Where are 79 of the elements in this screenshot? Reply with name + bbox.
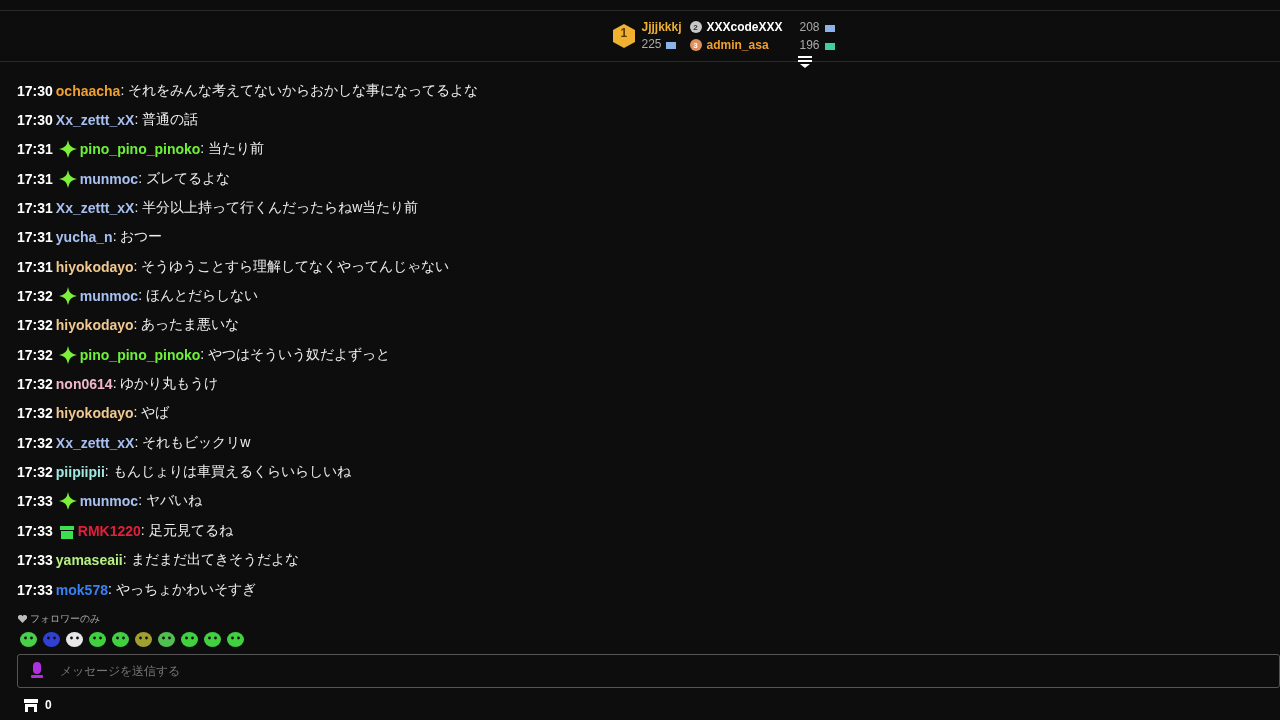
leader-name: admin_asa bbox=[706, 38, 770, 52]
gift-count: 196 bbox=[798, 38, 820, 52]
gift-count: 225 bbox=[641, 37, 662, 51]
rank-badge: 3 bbox=[689, 39, 702, 51]
store-icon[interactable] bbox=[24, 698, 38, 712]
microphone-icon[interactable] bbox=[31, 662, 43, 680]
emote-icon[interactable] bbox=[157, 631, 176, 649]
message-text: : ほんとだらしない bbox=[138, 287, 258, 306]
message-time: 17:33 bbox=[17, 552, 53, 569]
emote-icon[interactable] bbox=[203, 631, 222, 649]
message-time: 17:32 bbox=[17, 464, 53, 481]
username[interactable]: mok578 bbox=[55, 581, 108, 598]
leader-name: Jjjjkkkj bbox=[641, 20, 682, 34]
message-time: 17:31 bbox=[17, 170, 53, 187]
message-time: 17:31 bbox=[17, 141, 53, 158]
gift-icon bbox=[665, 39, 676, 49]
message-time: 17:32 bbox=[17, 288, 53, 305]
message-time: 17:33 bbox=[17, 493, 53, 510]
message-time: 17:31 bbox=[17, 229, 53, 246]
username[interactable]: hiyokodayo bbox=[55, 317, 134, 334]
message-text: : 足元見てるね bbox=[140, 521, 233, 540]
emote-icon[interactable] bbox=[111, 631, 130, 649]
username[interactable]: hiyokodayo bbox=[55, 258, 134, 275]
message-text: : それをみんな考えてないからおかしな事になってるよな bbox=[120, 81, 479, 100]
message-input[interactable]: メッセージを送信する bbox=[17, 654, 1280, 689]
message-text: : やば bbox=[133, 404, 170, 423]
points-count: 0 bbox=[45, 698, 52, 713]
message-text: : やつはそういう奴だよずっと bbox=[200, 345, 391, 362]
sparkle-badge-icon bbox=[58, 492, 77, 511]
emote-icon[interactable] bbox=[19, 631, 38, 649]
message-text: : そうゆうことすら理解してなくやってんじゃない bbox=[133, 257, 450, 274]
username[interactable]: hiyokodayo bbox=[55, 405, 134, 422]
expand-icon[interactable] bbox=[798, 56, 812, 68]
emote-icon[interactable] bbox=[65, 631, 84, 649]
message-text: : 普通の話 bbox=[134, 111, 199, 129]
message-time: 17:31 bbox=[17, 258, 53, 275]
message-text: : あったま悪いな bbox=[133, 316, 240, 335]
sparkle-badge-icon bbox=[58, 169, 77, 188]
message-text: : やっちょかわいそすぎ bbox=[107, 580, 256, 599]
message-time: 17:32 bbox=[17, 317, 53, 334]
message-text: : それもビックリw bbox=[134, 433, 251, 452]
emote-icon[interactable] bbox=[226, 631, 245, 649]
message-text: : ゆかり丸もうけ bbox=[112, 375, 219, 394]
message-text: : もんじょりは車買えるくらいらしいね bbox=[104, 463, 351, 482]
username[interactable]: non0614 bbox=[55, 376, 113, 393]
emote-icon[interactable] bbox=[88, 631, 107, 649]
rank-badge: 2 bbox=[689, 21, 702, 33]
message-text: : 半分以上持って行くんだったらねw当たり前 bbox=[134, 199, 419, 218]
sparkle-badge-icon bbox=[58, 140, 77, 159]
message-text: : 当たり前 bbox=[200, 140, 265, 159]
chat-mode-label: フォロワーのみ bbox=[30, 612, 100, 627]
message-time: 17:32 bbox=[17, 405, 53, 422]
emote-icon[interactable] bbox=[180, 631, 199, 649]
leader-name: XXXcodeXXX bbox=[706, 20, 784, 34]
sparkle-badge-icon bbox=[58, 345, 77, 364]
username[interactable]: RMK1220 bbox=[77, 522, 141, 539]
message-time: 17:32 bbox=[17, 346, 53, 363]
message-time: 17:33 bbox=[17, 581, 53, 598]
message-text: : ヤバいね bbox=[138, 492, 202, 511]
emote-icon[interactable] bbox=[134, 631, 153, 649]
username[interactable]: yamaseaii bbox=[55, 552, 123, 569]
rank-number: 1 bbox=[620, 26, 628, 40]
username[interactable]: yucha_n bbox=[55, 229, 113, 246]
message-time: 17:30 bbox=[17, 112, 53, 128]
gift-count: 208 bbox=[798, 20, 820, 34]
message-time: 17:30 bbox=[17, 82, 53, 99]
rank-badge-icon bbox=[611, 22, 638, 49]
gift-icon bbox=[824, 22, 835, 32]
message-text: : まだまだ出てきそうだよな bbox=[122, 551, 299, 570]
gift-icon bbox=[824, 40, 835, 50]
message-text: : おつー bbox=[112, 228, 163, 247]
username[interactable]: piipiipii bbox=[55, 464, 105, 481]
message-time: 17:32 bbox=[17, 434, 53, 451]
heart-icon bbox=[18, 615, 27, 624]
sparkle-badge-icon bbox=[58, 287, 77, 306]
message-time: 17:32 bbox=[17, 376, 53, 393]
message-time: 17:33 bbox=[17, 522, 53, 539]
message-text: : ズレてるよな bbox=[138, 169, 230, 188]
message-time: 17:31 bbox=[17, 200, 53, 217]
